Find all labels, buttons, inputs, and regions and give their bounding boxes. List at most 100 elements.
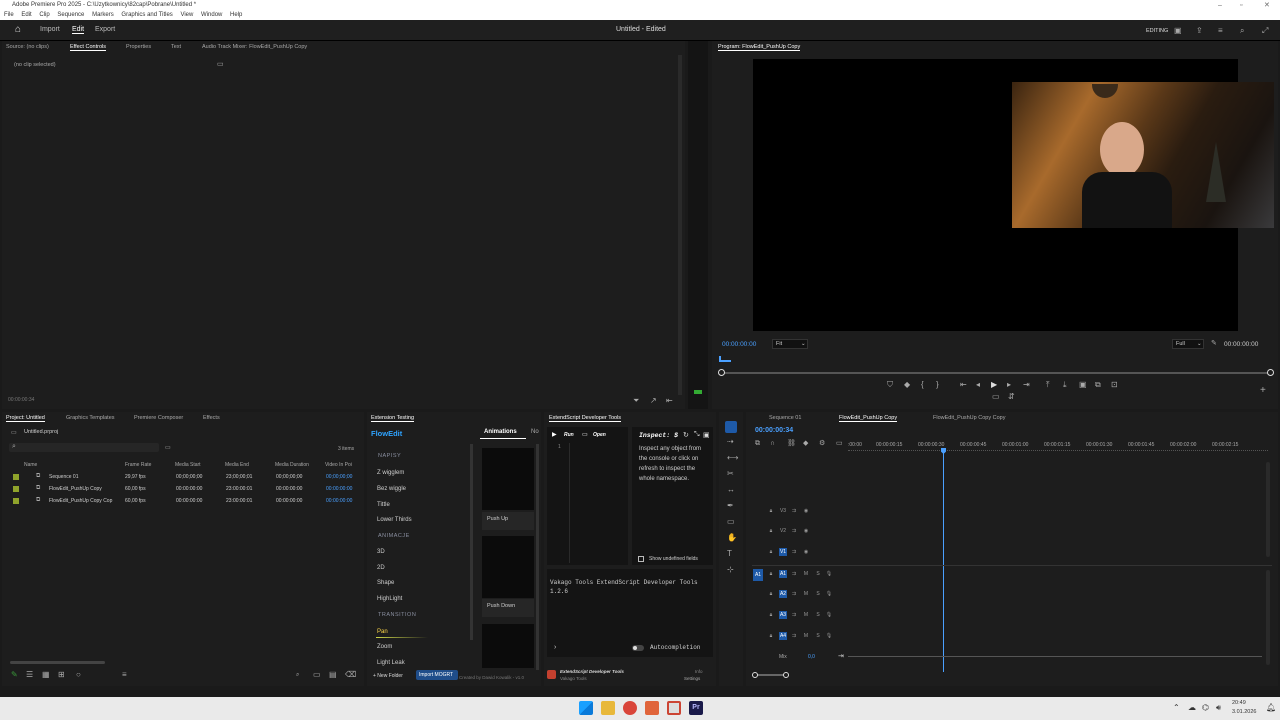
- tab-project[interactable]: Project: Untitled: [6, 415, 45, 422]
- hand-icon[interactable]: ✋: [727, 534, 737, 542]
- menu-window[interactable]: Window: [201, 12, 222, 18]
- lift-icon[interactable]: ⤒: [1046, 381, 1050, 389]
- track-label[interactable]: A3: [779, 611, 787, 619]
- network-icon[interactable]: ⌬: [1202, 703, 1209, 712]
- proxy-icon[interactable]: ⇵: [1008, 393, 1015, 401]
- mute-icon[interactable]: M: [802, 570, 810, 578]
- item-3d[interactable]: 3D: [377, 549, 385, 555]
- lock-icon[interactable]: 🔒︎: [767, 590, 775, 598]
- track-label[interactable]: A2: [779, 590, 787, 598]
- source-a1-patch[interactable]: A1: [753, 569, 763, 581]
- mix-value[interactable]: 0,0: [808, 654, 815, 660]
- fit-dropdown[interactable]: Fit ⌄: [772, 339, 808, 349]
- filter-icon[interactable]: ⏷: [633, 397, 639, 405]
- panel-icon[interactable]: ▣: [1174, 27, 1182, 35]
- lock-icon[interactable]: 🔒︎: [767, 632, 775, 640]
- col-media-duration[interactable]: Media Duration: [275, 462, 309, 468]
- eye-icon[interactable]: ◉: [802, 548, 810, 556]
- step-forward-icon[interactable]: ▸: [1007, 381, 1011, 389]
- tab-no[interactable]: No: [531, 429, 539, 435]
- item-bez-wiggle[interactable]: Bez wiggle: [377, 486, 406, 492]
- freeform-view-icon[interactable]: ⊞: [58, 671, 65, 679]
- preview-thumb[interactable]: [482, 624, 534, 668]
- overlay-icon[interactable]: ⊡: [1111, 381, 1118, 389]
- sync-icon[interactable]: ⇉: [790, 507, 798, 515]
- table-row[interactable]: ⧉ Sequence 01 29,97 fps 00;00;00;00 23;0…: [4, 472, 360, 482]
- sync-icon[interactable]: ⇉: [790, 632, 798, 640]
- open-button[interactable]: Open: [593, 432, 606, 438]
- item-shape[interactable]: Shape: [377, 580, 394, 586]
- cloud-icon[interactable]: ☁: [1188, 703, 1196, 712]
- list-view-icon[interactable]: ☰: [26, 671, 33, 679]
- tab-animations[interactable]: Animations: [484, 429, 517, 435]
- clock-time[interactable]: 20:49: [1232, 700, 1246, 706]
- menu-clip[interactable]: Clip: [39, 12, 49, 18]
- tab-sequence-01[interactable]: Sequence 01: [769, 415, 801, 421]
- tab-program[interactable]: Program: FlowEdit_PushUp Copy: [718, 44, 801, 51]
- sync-icon[interactable]: ⇉: [790, 570, 798, 578]
- notification-bell-icon[interactable]: 🔔︎: [1266, 703, 1276, 712]
- window-icon[interactable]: ▣: [703, 431, 710, 439]
- scrollbar[interactable]: [678, 55, 682, 395]
- volume-icon[interactable]: 🔊︎: [1216, 703, 1221, 713]
- audio-scrollbar[interactable]: [1266, 570, 1270, 665]
- scrollbar[interactable]: [470, 444, 473, 640]
- snap-icon[interactable]: ∩: [770, 440, 775, 448]
- linked-selection-icon[interactable]: ⛓: [787, 440, 796, 448]
- pencil-icon[interactable]: ✎: [11, 671, 18, 679]
- sync-icon[interactable]: ⇉: [790, 611, 798, 619]
- settings-wrench-icon[interactable]: ⚙: [819, 440, 825, 448]
- tab-import[interactable]: Import: [40, 26, 60, 33]
- tab-properties[interactable]: Properties: [126, 44, 151, 50]
- item-2d[interactable]: 2D: [377, 565, 385, 571]
- find-icon[interactable]: ⌕: [296, 671, 299, 679]
- solo-icon[interactable]: S: [814, 590, 822, 598]
- clock-date[interactable]: 3.01.2026: [1232, 709, 1256, 715]
- track-label[interactable]: A4: [779, 632, 787, 640]
- col-frame-rate[interactable]: Frame Rate: [125, 462, 151, 468]
- sync-icon[interactable]: ⇉: [790, 590, 798, 598]
- file-explorer-icon[interactable]: [601, 701, 615, 715]
- slip-icon[interactable]: ↔: [727, 486, 735, 494]
- trash-icon[interactable]: ⌫: [345, 671, 356, 679]
- mic-icon[interactable]: 🎙︎: [825, 570, 833, 578]
- solo-icon[interactable]: S: [814, 611, 822, 619]
- maximize-icon[interactable]: ▫: [1240, 0, 1242, 11]
- rectangle-icon[interactable]: ▭: [727, 518, 735, 526]
- sort-icon[interactable]: ≡: [122, 671, 127, 679]
- mark-out-icon[interactable]: }: [936, 381, 939, 389]
- playhead-line[interactable]: [943, 452, 944, 672]
- new-folder-button[interactable]: + New Folder: [373, 673, 403, 679]
- extract-icon[interactable]: ⤓: [1063, 381, 1067, 389]
- tab-export[interactable]: Export: [95, 26, 115, 33]
- menu-icon[interactable]: ≡: [1218, 27, 1223, 35]
- show-undefined-checkbox[interactable]: [638, 556, 644, 562]
- pen-icon[interactable]: ✒: [727, 502, 734, 510]
- app-icon[interactable]: [645, 701, 659, 715]
- collapse-icon[interactable]: ⤡: [694, 431, 700, 439]
- solo-icon[interactable]: S: [814, 632, 822, 640]
- wrench-icon[interactable]: ✎: [1211, 340, 1217, 348]
- tab-extension-testing[interactable]: Extension Testing: [371, 415, 415, 422]
- sync-icon[interactable]: ⇉: [790, 527, 798, 535]
- windows-start-icon[interactable]: [579, 701, 593, 715]
- icon-view-icon[interactable]: ▦: [42, 671, 50, 679]
- home-icon[interactable]: ⌂: [15, 25, 21, 35]
- settings-link[interactable]: Settings: [684, 676, 700, 681]
- import-mogrt-button[interactable]: Import MOGRT: [416, 670, 458, 680]
- compare-icon[interactable]: ⧉: [1095, 381, 1101, 389]
- code-area[interactable]: [569, 443, 626, 563]
- quality-dropdown[interactable]: Full ⌄: [1172, 339, 1204, 349]
- tab-source[interactable]: Source: (no clips): [6, 44, 49, 50]
- tab-audio-mixer[interactable]: Audio Track Mixer: FlowEdit_PushUp Copy: [202, 44, 307, 50]
- nest-icon[interactable]: ⧉: [755, 440, 760, 448]
- tab-flowedit-pushup-copy[interactable]: FlowEdit_PushUp Copy: [839, 415, 898, 422]
- scrubber-handle-right[interactable]: [1267, 369, 1274, 376]
- item-z-wigglem[interactable]: Z wigglem: [377, 470, 404, 476]
- table-row[interactable]: ⧉ FlowEdit_PushUp Copy 60,00 fps 00:00:0…: [4, 484, 360, 494]
- marker-icon[interactable]: ◆: [904, 381, 910, 389]
- tab-effect-controls[interactable]: Effect Controls: [70, 44, 106, 51]
- camera-icon[interactable]: ▣: [1079, 381, 1087, 389]
- minimize-icon[interactable]: –: [1218, 0, 1222, 11]
- lock-icon[interactable]: 🔒︎: [767, 527, 775, 535]
